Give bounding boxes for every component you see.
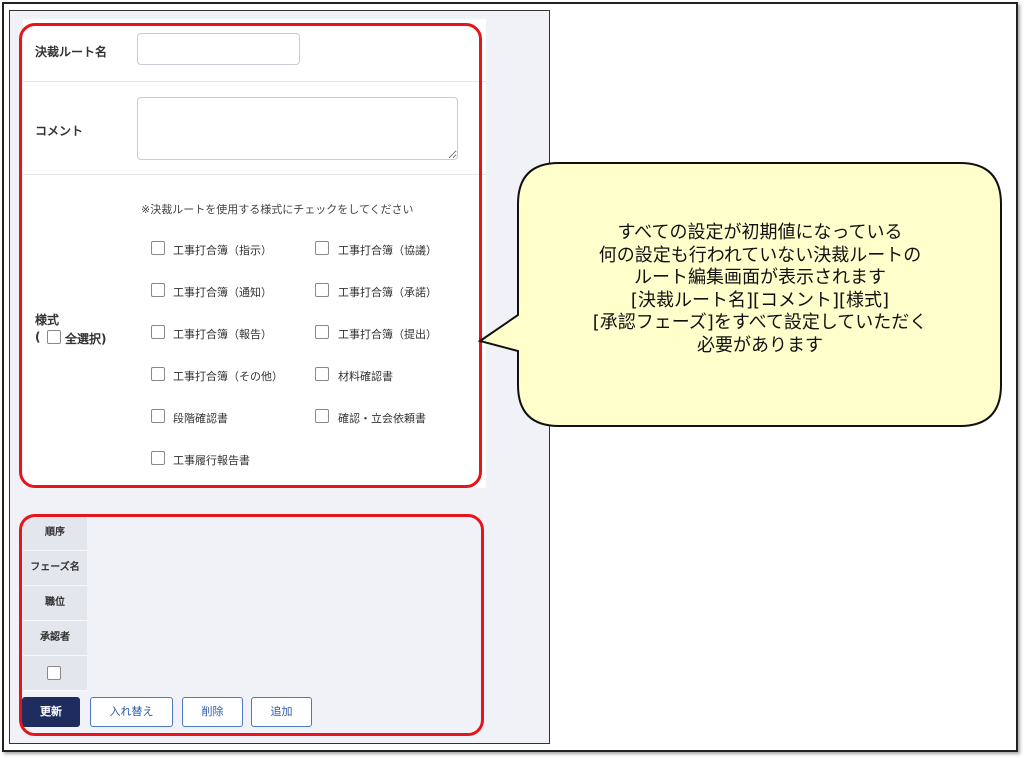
callout-line-3: ルート編集画面が表示されます [634,267,886,288]
callout-line-2: 何の設定も行われていない決裁ルートの [598,244,922,266]
callout-line-4: [決裁ルート名][コメント][様式] [630,289,890,311]
route-edit-screen: 決裁ルート名 コメント 様式 ( 全選択) ※決裁ルートを使用する様式にチェック… [9,10,550,744]
callout-line-5: [承認フェーズ]をすべて設定していただく [592,312,928,333]
callout-line-6: 必要があります [697,334,823,356]
phase-highlight-box [19,514,484,736]
callout-line-1: すべての設定が初期値になっている [617,222,903,243]
form-highlight-box [19,23,482,488]
callout-text: すべての設定が初期値になっている 何の設定も行われていない決裁ルートの ルート編… [520,222,1000,357]
